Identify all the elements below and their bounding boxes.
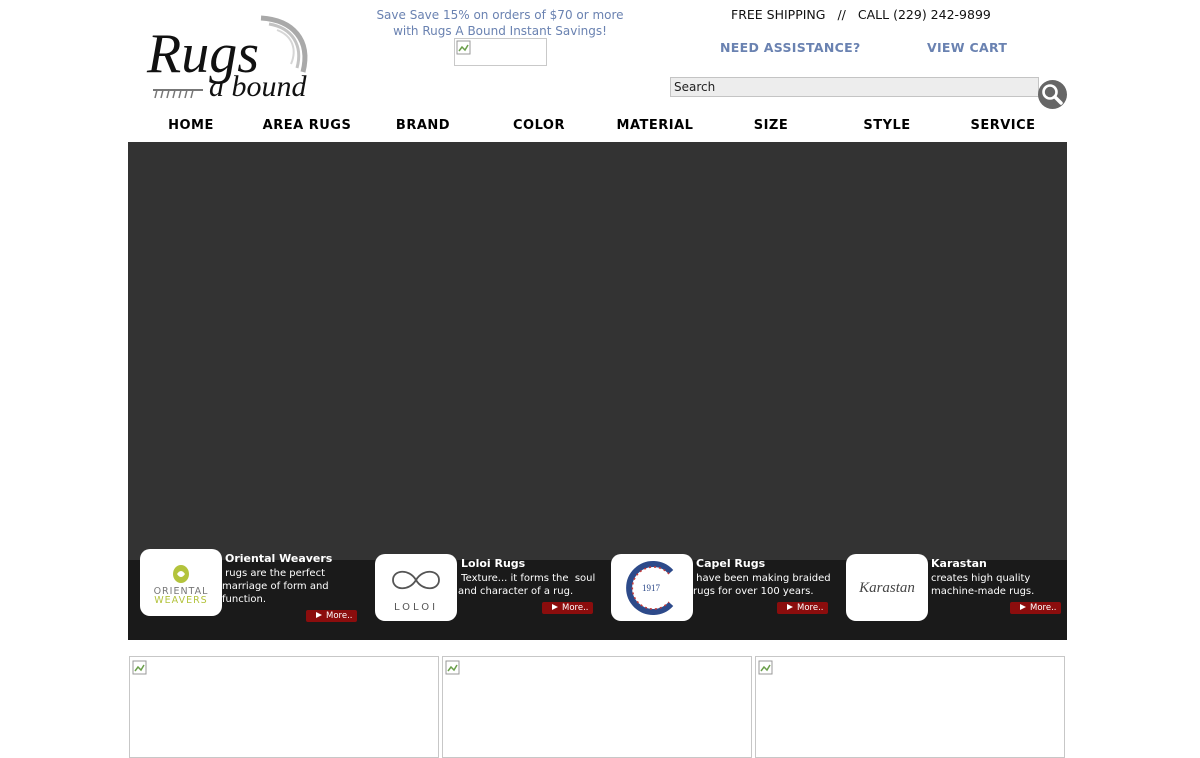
play-icon [787, 604, 793, 610]
karastan-logo-text: Karastan [858, 580, 915, 596]
broken-image-icon [132, 660, 147, 675]
brand-name-loloi[interactable]: Loloi Rugs [461, 557, 525, 570]
promo-image[interactable] [454, 38, 547, 66]
brand-name-karastan[interactable]: Karastan [931, 557, 987, 570]
more-label: More.. [1030, 603, 1057, 613]
brand-desc-capel: have been making braided rugs for over 1… [693, 573, 831, 597]
brand-name-oriental-weavers[interactable]: Oriental Weavers [225, 552, 332, 565]
nav-style[interactable]: STYLE [829, 118, 945, 133]
need-assistance-link[interactable]: NEED ASSISTANCE? [720, 40, 861, 55]
ow-logo-line2: WEAVERS [154, 595, 207, 606]
nav-home[interactable]: HOME [133, 118, 249, 133]
more-label: More.. [797, 603, 824, 613]
site-logo[interactable]: Rugs a bound [143, 10, 335, 102]
logo-text-abound: a bound [209, 70, 308, 102]
more-button-oriental-weavers[interactable]: More.. [306, 610, 357, 622]
broken-image-icon [456, 40, 471, 55]
play-icon [316, 612, 322, 618]
featured-image-3[interactable] [755, 656, 1065, 758]
nav-size[interactable]: SIZE [713, 118, 829, 133]
broken-image-icon [445, 660, 460, 675]
promo-line-2: with Rugs A Bound Instant Savings! [393, 24, 607, 38]
brand-desc-karastan: creates high quality machine-made rugs. [931, 573, 1035, 597]
nav-color[interactable]: COLOR [481, 118, 597, 133]
search-button[interactable] [1038, 80, 1067, 109]
play-icon [552, 604, 558, 610]
loloi-logo[interactable]: LOLOI [375, 554, 457, 621]
play-icon [1020, 604, 1026, 610]
brand-desc-loloi: Texture... it forms the soul and charact… [458, 573, 596, 597]
brand-name-capel[interactable]: Capel Rugs [696, 557, 765, 570]
capel-logo[interactable]: 1917 [611, 554, 693, 621]
view-cart-link[interactable]: VIEW CART [927, 40, 1007, 55]
more-button-karastan[interactable]: More.. [1010, 602, 1061, 614]
oriental-weavers-logo[interactable]: ORIENTAL WEAVERS [140, 549, 222, 616]
main-nav: HOME AREA RUGS BRAND COLOR MATERIAL SIZE… [133, 118, 1067, 138]
search-icon [1042, 84, 1063, 105]
nav-service[interactable]: SERVICE [945, 118, 1061, 133]
nav-area-rugs[interactable]: AREA RUGS [249, 118, 365, 133]
more-button-capel[interactable]: More.. [777, 602, 828, 614]
brand-desc-oriental-weavers: rugs are the perfect marriage of form an… [222, 568, 329, 605]
promo-text: Save Save 15% on orders of $70 or more w… [370, 7, 630, 39]
capel-logo-text: 1917 [642, 583, 661, 593]
nav-material[interactable]: MATERIAL [597, 118, 713, 133]
promo-line-1: Save Save 15% on orders of $70 or more [376, 8, 624, 22]
search-input[interactable] [670, 77, 1039, 97]
featured-image-1[interactable] [129, 656, 439, 758]
free-shipping-text: FREE SHIPPING [731, 7, 826, 22]
more-label: More.. [562, 603, 589, 613]
featured-image-2[interactable] [442, 656, 752, 758]
phone-text[interactable]: CALL (229) 242-9899 [858, 7, 991, 22]
broken-image-icon [758, 660, 773, 675]
more-label: More.. [326, 611, 353, 621]
separator: // [837, 7, 846, 22]
loloi-logo-text: LOLOI [394, 602, 438, 613]
contact-bar: FREE SHIPPING // CALL (229) 242-9899 [731, 7, 991, 22]
karastan-logo[interactable]: Karastan [846, 554, 928, 621]
more-button-loloi[interactable]: More.. [542, 602, 593, 614]
nav-brand[interactable]: BRAND [365, 118, 481, 133]
